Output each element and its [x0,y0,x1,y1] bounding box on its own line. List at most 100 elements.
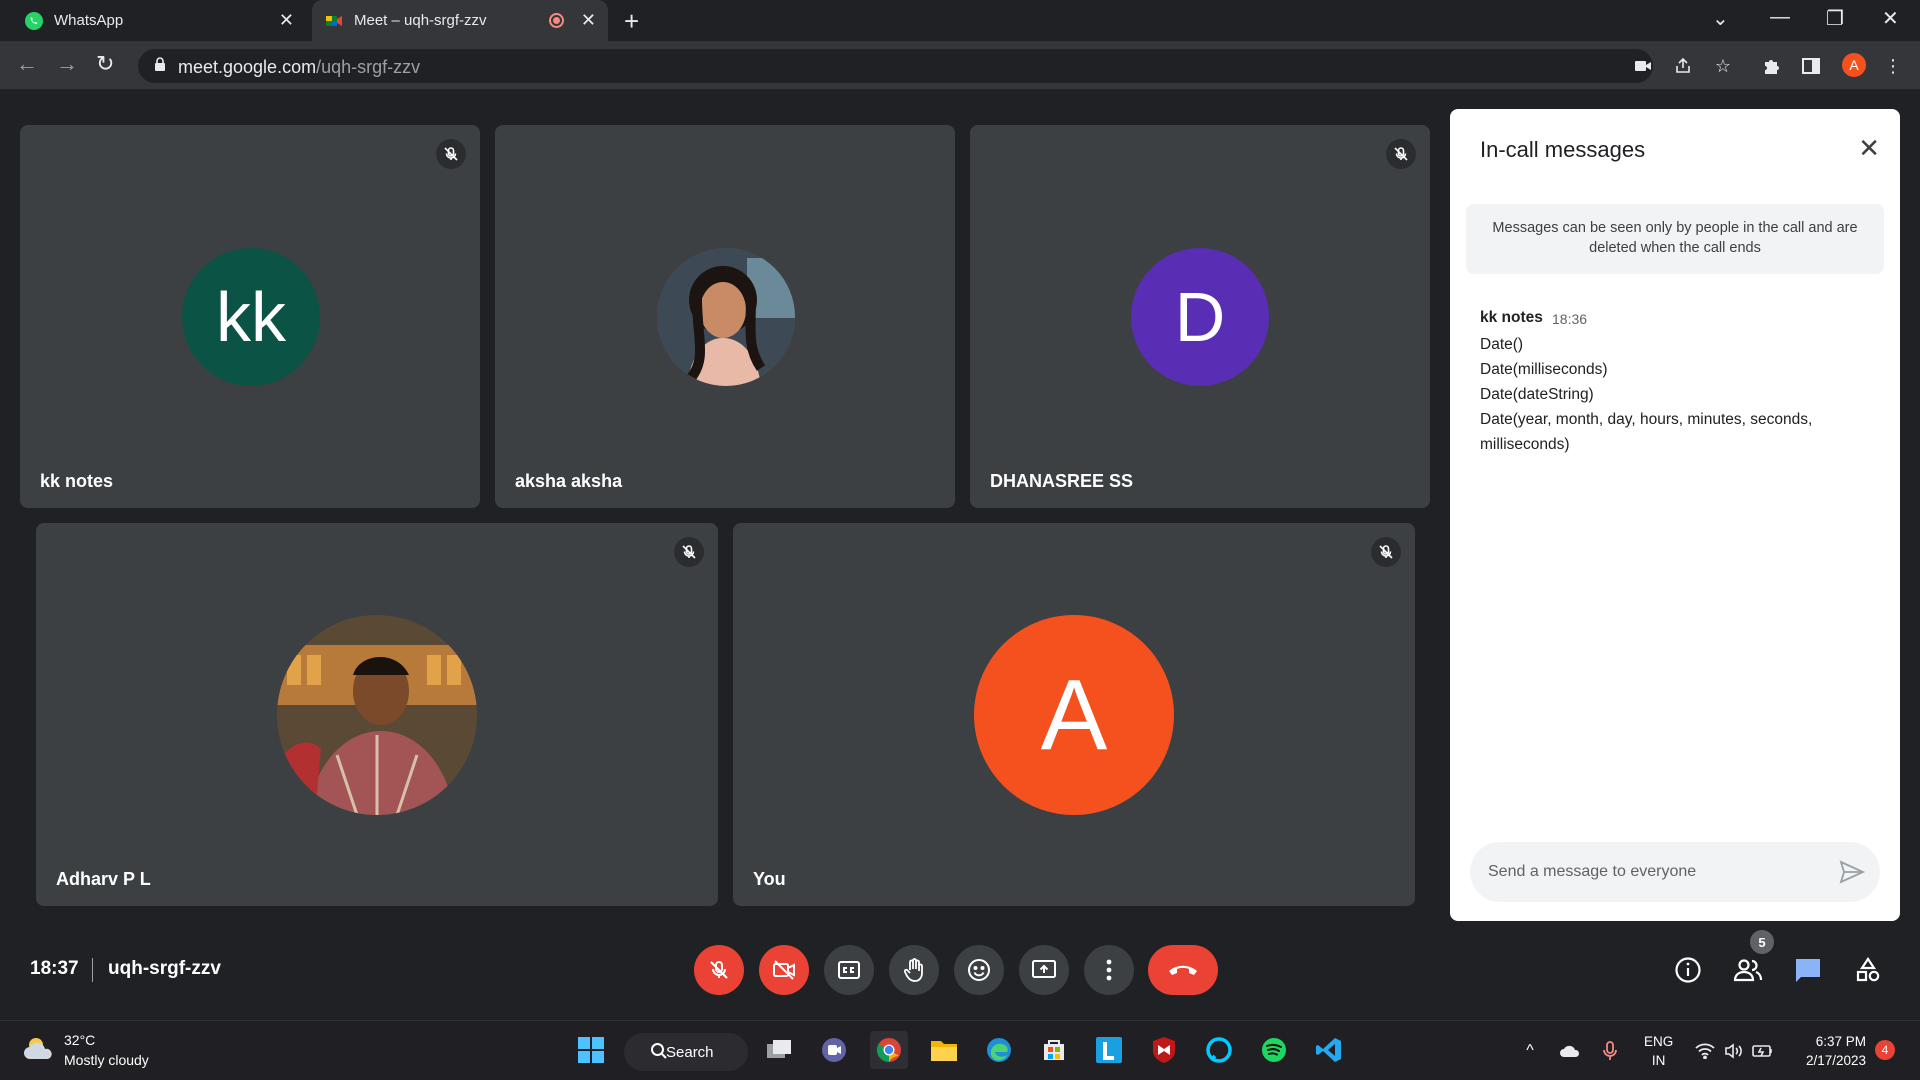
participant-tile[interactable]: aksha aksha [495,125,955,508]
tab-search-chevron-icon[interactable]: ⌄ [1712,6,1729,31]
share-icon[interactable] [1670,53,1696,79]
close-tab-icon[interactable]: ✕ [279,10,294,31]
profile-avatar[interactable]: A [1842,53,1866,77]
alexa-button[interactable] [1200,1031,1238,1069]
activities-button[interactable] [1852,954,1884,986]
participant-tile[interactable]: kk kk notes [20,125,480,508]
message-line: Date(year, month, day, hours, minutes, s… [1480,411,1813,428]
new-tab-icon[interactable]: + [624,6,639,37]
message-line: Date(milliseconds) [1480,361,1608,378]
recording-icon [549,13,564,28]
weather-cloudy-icon [24,1038,52,1059]
task-view-button[interactable] [760,1031,798,1069]
back-icon[interactable]: ← [16,51,38,77]
message-input[interactable] [1488,860,1828,884]
activities-icon [1856,957,1880,982]
muted-mic-icon [1371,537,1401,567]
mic-off-icon [710,961,728,979]
restore-icon[interactable]: ❐ [1826,6,1844,31]
task-view-icon [767,1040,791,1058]
people-button[interactable] [1732,954,1764,986]
participant-avatar: kk [182,248,320,386]
more-options-button[interactable] [1084,945,1134,995]
start-button[interactable] [572,1031,610,1069]
reactions-button[interactable] [954,945,1004,995]
participant-tile[interactable]: Adharv P L [36,523,718,906]
present-screen-button[interactable] [1019,945,1069,995]
battery-icon[interactable] [1751,1039,1775,1063]
chat-icon [1796,959,1820,982]
participant-name: You [753,869,786,889]
divider [92,958,93,982]
vscode-button[interactable] [1310,1031,1348,1069]
muted-mic-icon [1386,139,1416,169]
reload-icon[interactable]: ↻ [96,51,114,77]
close-window-icon[interactable]: ✕ [1882,6,1899,31]
participant-name: kk notes [40,471,114,491]
chat-button[interactable] [1792,954,1824,986]
captions-button[interactable] [824,945,874,995]
bookmark-star-icon[interactable]: ☆ [1710,53,1736,79]
url-path: /uqh-srgf-zzv [316,57,421,77]
raise-hand-button[interactable] [889,945,939,995]
store-icon [1044,1040,1064,1060]
volume-icon[interactable] [1722,1039,1746,1063]
meeting-details-button[interactable] [1672,954,1704,986]
extensions-icon[interactable] [1758,53,1784,79]
file-explorer-button[interactable] [925,1031,963,1069]
participant-count-badge: 5 [1750,930,1774,954]
lock-icon [155,57,165,71]
close-tab-icon[interactable]: ✕ [581,10,596,31]
side-panel-icon[interactable] [1798,53,1824,79]
l-app-button[interactable] [1090,1031,1128,1069]
mcafee-button[interactable] [1145,1031,1183,1069]
clock-time: 6:37 PM [1815,1034,1866,1049]
message-line: milliseconds) [1480,436,1570,453]
clock-date: 2/17/2023 [1805,1053,1866,1068]
camera-off-icon [773,960,795,980]
in-call-messages-panel: In-call messages ✕ Messages can be seen … [1450,109,1900,921]
spotify-button[interactable] [1255,1031,1293,1069]
taskbar-search[interactable]: Search [624,1033,748,1071]
microphone-toggle-button[interactable] [694,945,744,995]
system-clock[interactable]: 6:37 PM 2/17/2023 [1790,1032,1866,1070]
search-label: Search [666,1043,714,1061]
hand-icon [903,958,923,982]
captions-icon [838,961,860,979]
more-menu-icon[interactable]: ⋮ [1880,53,1906,79]
wifi-icon[interactable] [1693,1039,1717,1063]
avatar-initials: A [1040,658,1108,771]
show-hidden-icons-chevron-icon[interactable]: ^ [1518,1039,1542,1063]
camera-in-use-icon[interactable] [1630,53,1656,79]
close-icon[interactable]: ✕ [1858,133,1880,164]
chrome-taskbar-button[interactable] [870,1031,908,1069]
folder-icon [931,1041,957,1061]
weather-temperature: 32°C [64,1032,96,1048]
weather-description: Mostly cloudy [64,1052,149,1068]
present-icon [1032,960,1056,978]
avatar-initials: D [1174,278,1226,356]
participant-tile[interactable]: D DHANASREE SS [970,125,1430,508]
message-time: 18:36 [1552,311,1588,327]
address-bar[interactable]: meet.google.com/uqh-srgf-zzv [138,49,1653,83]
onedrive-cloud-icon[interactable] [1558,1039,1582,1063]
input-language-indicator[interactable]: ENG IN [1644,1032,1673,1070]
forward-icon[interactable]: → [56,51,78,77]
camera-toggle-button[interactable] [759,945,809,995]
send-icon[interactable] [1838,858,1866,886]
avatar-initials: kk [216,278,286,356]
browser-tab-strip: WhatsApp ✕ Meet – uqh-srgf-zzv ✕ + ⌄ — ❐… [0,0,1920,41]
tab-meet[interactable]: Meet – uqh-srgf-zzv ✕ [312,0,608,41]
notification-badge[interactable]: 4 [1875,1040,1895,1060]
tab-whatsapp[interactable]: WhatsApp ✕ [14,0,306,41]
microphone-in-use-icon[interactable] [1598,1039,1622,1063]
leave-call-button[interactable] [1148,945,1218,995]
participant-photo [277,615,477,815]
teams-chat-icon [822,1038,846,1062]
participant-tile-self[interactable]: A You [733,523,1415,906]
edge-button[interactable] [980,1031,1018,1069]
minimize-icon[interactable]: — [1770,6,1790,29]
hang-up-icon [1169,965,1197,975]
teams-chat-button[interactable] [815,1031,853,1069]
microsoft-store-button[interactable] [1035,1031,1073,1069]
